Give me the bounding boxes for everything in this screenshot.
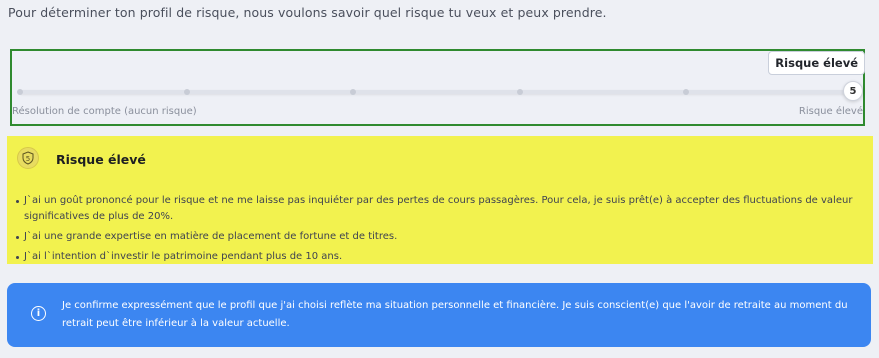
slider-tick[interactable] — [683, 89, 690, 95]
risk-slider-panel: Risque élevé 5 Résolution de compte (auc… — [10, 49, 865, 126]
list-item: J`ai un goût prononcé pour le risque et … — [16, 193, 856, 225]
intro-text: Pour déterminer ton profil de risque, no… — [8, 5, 607, 20]
slider-max-label: Risque élevé — [798, 106, 863, 117]
slider-tick[interactable] — [516, 89, 523, 95]
slider-tick[interactable] — [17, 89, 23, 95]
shield-icon: 5 — [17, 147, 39, 169]
slider-tooltip: Risque élevé — [768, 51, 865, 75]
risk-description-card: 5 Risque élevé J`ai un goût prononcé pou… — [7, 136, 873, 264]
slider-tick[interactable] — [183, 89, 190, 95]
info-icon: i — [31, 306, 46, 321]
shield-icon-label: 5 — [26, 155, 30, 163]
slider-min-label: Résolution de compte (aucun risque) — [12, 106, 197, 117]
slider-tick[interactable] — [350, 89, 357, 95]
confirmation-text: Je confirme expressément que le profil q… — [62, 300, 848, 329]
risk-title: Risque élevé — [56, 152, 146, 167]
risk-list: J`ai un goût prononcé pour le risque et … — [16, 193, 856, 269]
list-item: J`ai une grande expertise en matière de … — [16, 229, 856, 245]
list-item: J`ai l`intention d`investir le patrimoin… — [16, 249, 856, 265]
risk-slider-track[interactable]: 5 — [17, 81, 863, 101]
slider-thumb[interactable]: 5 — [843, 81, 863, 101]
confirmation-box: i Je confirme expressément que le profil… — [7, 283, 871, 347]
